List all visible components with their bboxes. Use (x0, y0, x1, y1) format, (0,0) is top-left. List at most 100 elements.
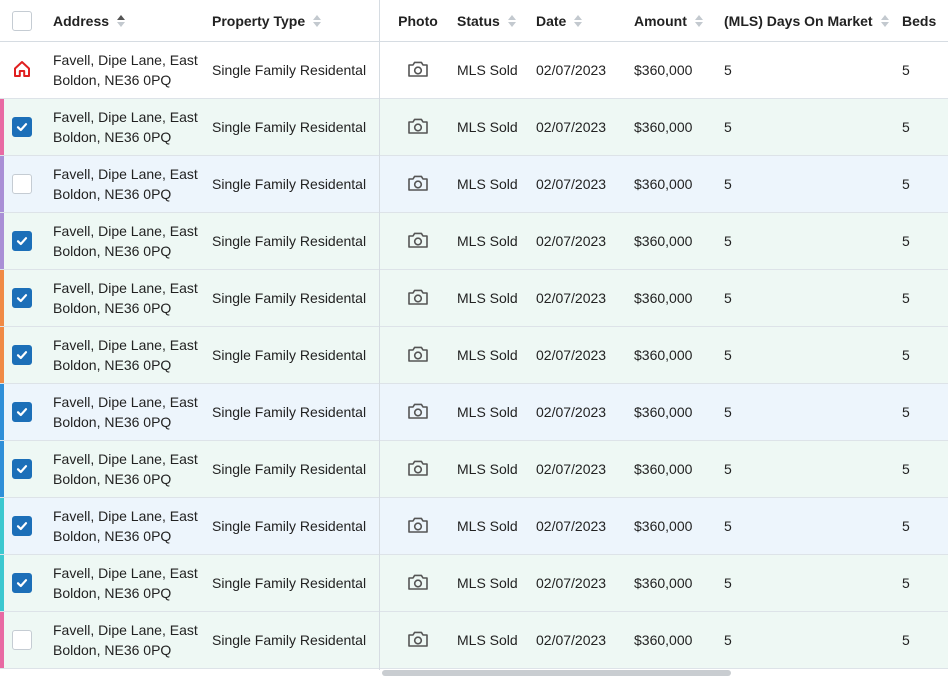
row-checkbox[interactable] (12, 117, 32, 137)
beds-cell: 5 (902, 404, 910, 420)
row-checkbox[interactable] (12, 573, 32, 593)
sort-ascending-icon[interactable] (117, 14, 126, 27)
camera-icon[interactable] (407, 458, 429, 481)
row-checkbox[interactable] (12, 459, 32, 479)
sort-icon[interactable] (694, 14, 703, 27)
address-cell: Favell, Dipe Lane, East Boldon, NE36 0PQ (53, 280, 198, 316)
column-header-photo: Photo (380, 0, 456, 41)
column-header-beds[interactable]: Beds (902, 0, 948, 41)
table-row[interactable]: Favell, Dipe Lane, East Boldon, NE36 0PQ… (0, 270, 948, 327)
days-on-market-cell: 5 (724, 632, 732, 648)
table-row[interactable]: Favell, Dipe Lane, East Boldon, NE36 0PQ… (0, 498, 948, 555)
column-header-days-on-market[interactable]: (MLS) Days On Market (724, 0, 894, 41)
table-row[interactable]: Favell, Dipe Lane, East Boldon, NE36 0PQ… (0, 327, 948, 384)
row-checkbox[interactable] (12, 231, 32, 251)
row-select-cell (12, 99, 42, 155)
row-select-cell (12, 156, 42, 212)
column-header-photo-label: Photo (398, 12, 438, 29)
photo-cell (380, 213, 456, 269)
camera-icon[interactable] (407, 344, 429, 367)
camera-icon[interactable] (407, 572, 429, 595)
row-select-cell (12, 498, 42, 554)
column-header-beds-label: Beds (902, 12, 937, 29)
row-color-bar (0, 612, 4, 668)
date-cell: 02/07/2023 (536, 575, 607, 591)
row-checkbox[interactable] (12, 174, 32, 194)
column-header-property-type-label: Property Type (212, 12, 306, 29)
amount-cell: $360,000 (634, 575, 693, 591)
table-row[interactable]: Favell, Dipe Lane, East Boldon, NE36 0PQ… (0, 99, 948, 156)
camera-icon[interactable] (407, 515, 429, 538)
column-header-property-type[interactable]: Property Type (212, 0, 377, 41)
table-row[interactable]: Favell, Dipe Lane, East Boldon, NE36 0PQ… (0, 213, 948, 270)
select-all-checkbox[interactable] (12, 10, 32, 31)
amount-cell: $360,000 (634, 62, 693, 78)
column-header-status[interactable]: Status (457, 0, 533, 41)
grid-header: Address Property Type Photo Status Date … (0, 0, 948, 42)
column-header-status-label: Status (457, 12, 500, 29)
camera-icon[interactable] (407, 173, 429, 196)
amount-cell: $360,000 (634, 632, 693, 648)
row-checkbox[interactable] (12, 345, 32, 365)
sort-icon[interactable] (880, 14, 889, 27)
days-on-market-cell: 5 (724, 461, 732, 477)
photo-cell (380, 441, 456, 497)
row-checkbox[interactable] (12, 402, 32, 422)
address-cell: Favell, Dipe Lane, East Boldon, NE36 0PQ (53, 394, 198, 430)
table-row[interactable]: Favell, Dipe Lane, East Boldon, NE36 0PQ… (0, 42, 948, 99)
camera-icon[interactable] (407, 116, 429, 139)
amount-cell: $360,000 (634, 347, 693, 363)
days-on-market-cell: 5 (724, 290, 732, 306)
photo-cell (380, 42, 456, 98)
home-icon (12, 59, 32, 82)
beds-cell: 5 (902, 233, 910, 249)
header-select-cell (12, 0, 42, 41)
row-checkbox[interactable] (12, 630, 32, 650)
property-grid: Address Property Type Photo Status Date … (0, 0, 948, 670)
photo-cell (380, 327, 456, 383)
beds-cell: 5 (902, 347, 910, 363)
column-header-amount[interactable]: Amount (634, 0, 722, 41)
camera-icon[interactable] (407, 230, 429, 253)
table-row[interactable]: Favell, Dipe Lane, East Boldon, NE36 0PQ… (0, 384, 948, 441)
row-select-cell (12, 270, 42, 326)
camera-icon[interactable] (407, 59, 429, 82)
camera-icon[interactable] (407, 401, 429, 424)
property-type-cell: Single Family Residental (212, 176, 367, 192)
sort-icon[interactable] (313, 14, 322, 27)
row-select-cell (12, 384, 42, 440)
table-row[interactable]: Favell, Dipe Lane, East Boldon, NE36 0PQ… (0, 555, 948, 612)
photo-cell (380, 555, 456, 611)
sort-icon[interactable] (574, 14, 583, 27)
beds-cell: 5 (902, 575, 910, 591)
column-header-address[interactable]: Address (53, 0, 203, 41)
days-on-market-cell: 5 (724, 119, 732, 135)
property-type-cell: Single Family Residental (212, 290, 367, 306)
row-color-bar (0, 327, 4, 383)
status-cell: MLS Sold (457, 233, 518, 249)
table-row[interactable]: Favell, Dipe Lane, East Boldon, NE36 0PQ… (0, 441, 948, 498)
date-cell: 02/07/2023 (536, 233, 607, 249)
row-checkbox[interactable] (12, 516, 32, 536)
camera-icon[interactable] (407, 287, 429, 310)
row-checkbox[interactable] (12, 288, 32, 308)
table-row[interactable]: Favell, Dipe Lane, East Boldon, NE36 0PQ… (0, 612, 948, 669)
date-cell: 02/07/2023 (536, 290, 607, 306)
row-color-bar (0, 384, 4, 440)
property-type-cell: Single Family Residental (212, 461, 367, 477)
row-color-bar (0, 156, 4, 212)
beds-cell: 5 (902, 62, 910, 78)
date-cell: 02/07/2023 (536, 518, 607, 534)
beds-cell: 5 (902, 290, 910, 306)
sort-icon[interactable] (507, 14, 516, 27)
table-row[interactable]: Favell, Dipe Lane, East Boldon, NE36 0PQ… (0, 156, 948, 213)
status-cell: MLS Sold (457, 347, 518, 363)
row-color-bar (0, 213, 4, 269)
camera-icon[interactable] (407, 629, 429, 652)
status-cell: MLS Sold (457, 575, 518, 591)
row-color-bar (0, 441, 4, 497)
column-header-date[interactable]: Date (536, 0, 632, 41)
property-type-cell: Single Family Residental (212, 404, 367, 420)
horizontal-scrollbar[interactable] (382, 670, 731, 676)
property-type-cell: Single Family Residental (212, 632, 367, 648)
